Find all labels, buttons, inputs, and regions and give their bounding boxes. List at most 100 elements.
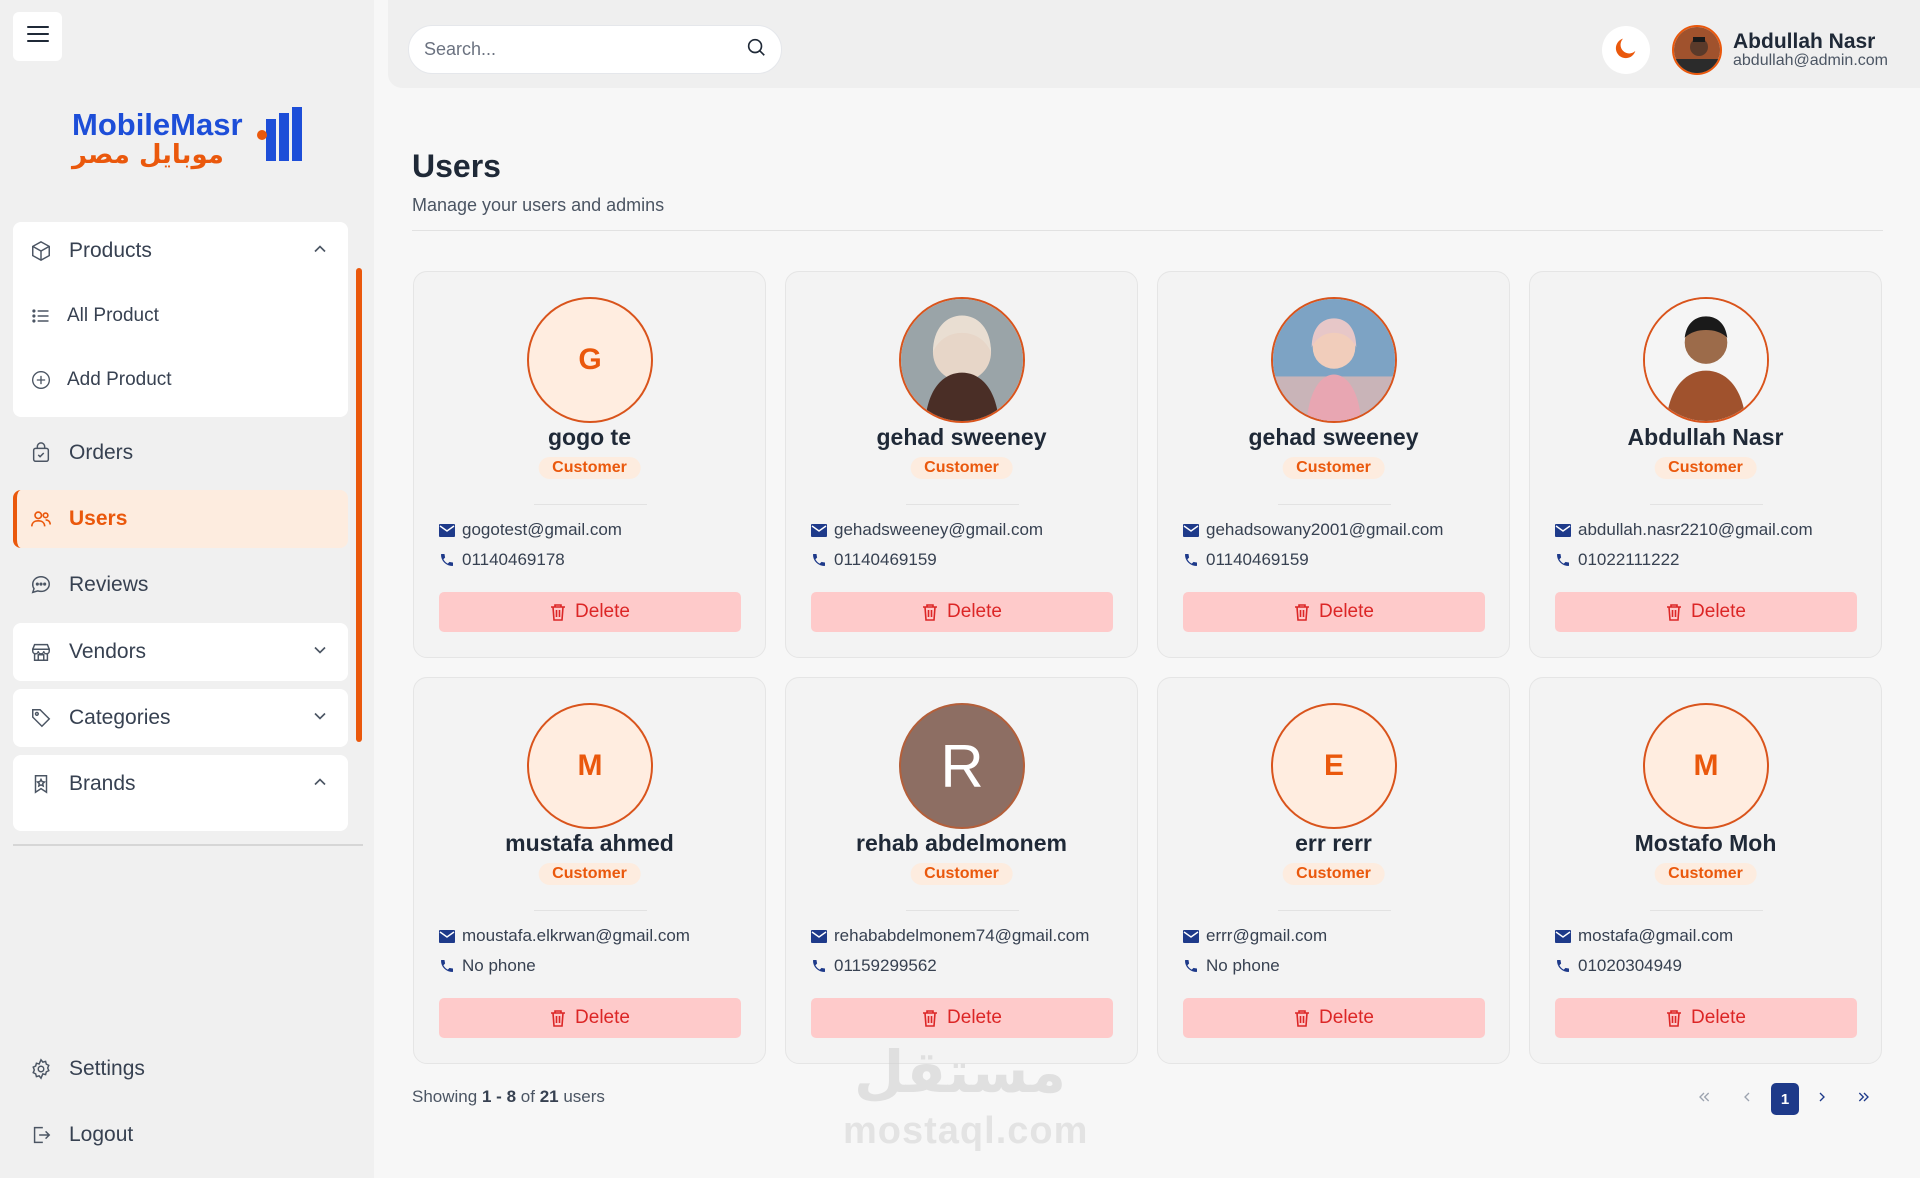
sidebar-item-brands[interactable]: Brands xyxy=(13,755,348,813)
sidebar-item-users[interactable]: Users xyxy=(13,490,348,548)
sidebar-item-all-product[interactable]: All Product xyxy=(13,291,348,341)
chat-bubble-icon xyxy=(29,573,53,597)
logout-icon xyxy=(29,1123,53,1147)
trash-icon xyxy=(922,603,940,621)
user-phone-row: 01140469178 xyxy=(439,550,565,570)
user-email-row: gogotest@gmail.com xyxy=(439,520,622,540)
role-badge: Customer xyxy=(910,457,1013,479)
user-email: moustafa.elkrwan@gmail.com xyxy=(462,926,690,945)
chevron-up-icon xyxy=(310,239,330,265)
avatar-initial: M xyxy=(577,749,603,782)
sidebar-item-categories[interactable]: Categories xyxy=(13,689,348,747)
phone-icon xyxy=(439,957,457,975)
sidebar-item-label: Settings xyxy=(69,1057,145,1080)
user-avatar xyxy=(899,297,1025,423)
user-phone: 01020304949 xyxy=(1578,956,1683,975)
menu-toggle-button[interactable] xyxy=(13,12,62,61)
role-badge: Customer xyxy=(910,863,1013,885)
search-box[interactable] xyxy=(408,25,782,74)
chevron-right-icon xyxy=(1814,1089,1830,1110)
sidebar: MobileMasr موبايل مصر Products All Produ… xyxy=(0,0,374,1178)
user-email-row: errr@gmail.com xyxy=(1183,926,1327,946)
user-phone-row: 01140469159 xyxy=(811,550,937,570)
users-icon xyxy=(29,507,53,531)
user-avatar: E xyxy=(1271,703,1397,829)
page-button-current[interactable]: 1 xyxy=(1771,1083,1799,1115)
delete-user-button[interactable]: Delete xyxy=(1555,998,1857,1038)
user-email: gogotest@gmail.com xyxy=(462,520,622,539)
role-badge: Customer xyxy=(1282,863,1385,885)
user-email-row: gehadsowany2001@gmail.com xyxy=(1183,520,1443,540)
list-icon xyxy=(29,304,53,328)
user-phone: 01159299562 xyxy=(834,956,937,975)
user-phone: 01140469178 xyxy=(462,550,565,569)
delete-user-button[interactable]: Delete xyxy=(1183,592,1485,632)
hamburger-icon xyxy=(26,25,49,48)
theme-toggle-button[interactable] xyxy=(1602,26,1650,74)
showing-from: 1 xyxy=(481,1087,492,1106)
phone-icon xyxy=(1555,551,1573,569)
user-phone: 01022111222 xyxy=(1578,550,1680,569)
sidebar-item-products[interactable]: Products xyxy=(13,222,348,280)
envelope-icon xyxy=(1555,521,1573,539)
page-title: Users xyxy=(412,148,501,184)
sidebar-scrollbar[interactable] xyxy=(356,268,362,742)
trash-icon xyxy=(550,603,568,621)
user-card: gehad sweeney Customer gehadsowany2001@g… xyxy=(1157,271,1510,658)
phone-icon xyxy=(1555,957,1573,975)
showing-prefix: Showing xyxy=(412,1087,478,1106)
user-phone-row: 01140469159 xyxy=(1183,550,1309,570)
card-divider xyxy=(534,910,647,911)
svg-text:مستقل: مستقل xyxy=(854,1038,1066,1106)
page-subtitle: Manage your users and admins xyxy=(412,195,665,215)
sidebar-item-label: Reviews xyxy=(69,573,149,596)
sidebar-item-orders[interactable]: Orders xyxy=(13,424,348,482)
user-name: rehab abdelmonem xyxy=(856,830,1067,856)
next-page-button[interactable] xyxy=(1808,1083,1836,1115)
user-name: gehad sweeney xyxy=(876,424,1047,450)
sidebar-item-vendors[interactable]: Vendors xyxy=(13,623,348,681)
trash-icon xyxy=(1666,1009,1684,1027)
sidebar-divider xyxy=(13,844,363,846)
user-name: gehad sweeney xyxy=(1248,424,1419,450)
chevron-down-icon xyxy=(310,640,330,666)
header-user-name: Abdullah Nasr xyxy=(1733,30,1876,53)
bookmark-icon xyxy=(29,772,53,796)
user-card: Abdullah Nasr Customer abdullah.nasr2210… xyxy=(1529,271,1882,658)
delete-user-button[interactable]: Delete xyxy=(1183,998,1485,1038)
header-user-avatar[interactable] xyxy=(1672,25,1722,75)
user-avatar xyxy=(1643,297,1769,423)
last-page-button[interactable] xyxy=(1850,1083,1878,1115)
delete-user-button[interactable]: Delete xyxy=(439,998,741,1038)
user-name: mustafa ahmed xyxy=(505,830,674,856)
search-input[interactable] xyxy=(424,39,745,60)
phone-icon xyxy=(439,551,457,569)
store-icon xyxy=(29,640,53,664)
role-badge: Customer xyxy=(538,863,641,885)
user-email: gehadsweeney@gmail.com xyxy=(834,520,1044,539)
sidebar-item-label: Logout xyxy=(69,1123,134,1146)
search-icon[interactable] xyxy=(745,36,767,63)
delete-label: Delete xyxy=(1319,1007,1374,1028)
delete-user-button[interactable]: Delete xyxy=(811,592,1113,632)
chevron-down-icon xyxy=(310,706,330,732)
role-badge: Customer xyxy=(1654,457,1757,479)
card-divider xyxy=(1650,504,1763,505)
sidebar-item-add-product[interactable]: Add Product xyxy=(13,355,348,405)
watermark: مستقل mostaql.com xyxy=(843,1030,1087,1152)
card-divider xyxy=(906,504,1019,505)
trash-icon xyxy=(922,1009,940,1027)
first-page-button[interactable] xyxy=(1690,1083,1718,1115)
prev-page-button[interactable] xyxy=(1733,1083,1761,1115)
sidebar-item-logout[interactable]: Logout xyxy=(13,1106,348,1164)
user-card: M Mostafo Moh Customer mostafa@gmail.com… xyxy=(1529,677,1882,1064)
chevrons-left-icon xyxy=(1696,1089,1712,1110)
trash-icon xyxy=(1294,603,1312,621)
envelope-icon xyxy=(439,927,457,945)
sidebar-item-label: Products xyxy=(69,239,152,262)
delete-user-button[interactable]: Delete xyxy=(439,592,741,632)
delete-user-button[interactable]: Delete xyxy=(1555,592,1857,632)
sidebar-item-settings[interactable]: Settings xyxy=(13,1040,348,1098)
sidebar-item-reviews[interactable]: Reviews xyxy=(13,556,348,614)
brand-logo[interactable]: MobileMasr موبايل مصر xyxy=(70,105,306,175)
